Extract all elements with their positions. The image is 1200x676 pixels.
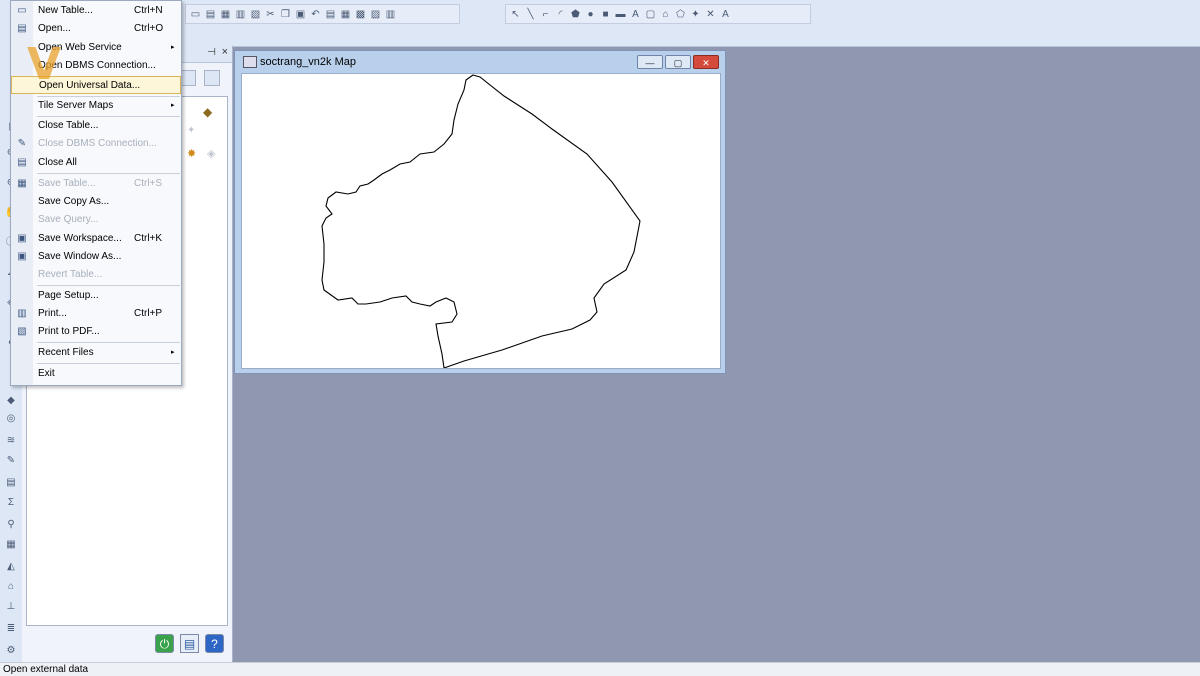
legend-icon[interactable]: ▥ <box>384 8 397 21</box>
polyline-icon[interactable]: ⌐ <box>539 8 552 21</box>
map-canvas[interactable] <box>241 73 721 369</box>
menu-item-tile-server-maps[interactable]: Tile Server Maps ▸ <box>11 97 181 115</box>
map-window-title: soctrang_vn2k Map <box>260 56 356 68</box>
arc-icon[interactable]: ◜ <box>554 8 567 21</box>
menu-item-save-table: Save Table... Ctrl+S <box>38 178 163 189</box>
close-button[interactable]: ✕ <box>693 55 719 69</box>
menu-item-new-table[interactable]: New Table... Ctrl+N <box>11 2 181 20</box>
grid-icon[interactable]: ▩ <box>354 8 367 21</box>
minimize-button[interactable]: — <box>637 55 663 69</box>
menu-item-open[interactable]: Open... Ctrl+O <box>11 20 181 38</box>
statistics-icon[interactable]: Σ <box>4 496 18 510</box>
status-bar: Open external data <box>0 662 1200 676</box>
menu-item-revert-table: Revert Table... <box>38 269 103 280</box>
save-icon[interactable]: ▦ <box>219 8 232 21</box>
list-icon[interactable]: ≣ <box>4 622 18 636</box>
clip-icon[interactable]: ◭ <box>4 560 18 574</box>
restore-button[interactable]: ▢ <box>665 55 691 69</box>
search-map-icon[interactable]: ◎ <box>4 412 18 426</box>
new-table-icon[interactable]: ▭ <box>189 8 202 21</box>
open-table-button[interactable] <box>180 70 196 86</box>
standard-toolbar: ▭ ▤ ▦ ▥ ▧ ✂ ❐ ▣ ↶ ▤ ▦ ▩ ▨ ▥ <box>185 4 460 24</box>
map-window-titlebar[interactable]: soctrang_vn2k Map — ▢ ✕ <box>235 51 725 73</box>
frame-icon[interactable]: ▢ <box>644 8 657 21</box>
menu-separator <box>37 285 180 286</box>
map-window: soctrang_vn2k Map — ▢ ✕ <box>234 50 726 374</box>
paste-icon[interactable]: ▣ <box>294 8 307 21</box>
line-icon[interactable]: ╲ <box>524 8 537 21</box>
cut-icon[interactable]: ✂ <box>264 8 277 21</box>
menu-item-close-dbms: Close DBMS Connection... <box>38 138 157 149</box>
file-menu: ▭ ▤ ✎ ▤ ▦ ▣ ▣ ▥ ▧ New Table... Ctrl+N Ope… <box>10 0 182 386</box>
menu-item-print[interactable]: Print... Ctrl+P <box>11 305 181 323</box>
symbol-icon[interactable]: ⌂ <box>659 8 672 21</box>
remove-layer-icon: ✦ <box>187 125 196 136</box>
menu-item-print-to-pdf[interactable]: Print to PDF... <box>11 323 181 341</box>
layer-properties-icon[interactable]: ◆ <box>203 105 212 119</box>
node-icon[interactable]: ✦ <box>689 8 702 21</box>
menu-separator <box>37 173 180 174</box>
watermark-logo: V <box>27 39 62 90</box>
print-icon[interactable]: ▥ <box>234 8 247 21</box>
status-text: Open external data <box>3 664 89 675</box>
power-icon[interactable]: ⏻ <box>155 634 174 653</box>
menu-item-save-window-as[interactable]: Save Window As... <box>11 248 181 266</box>
polygon-icon[interactable]: ⬟ <box>569 8 582 21</box>
style-icon[interactable]: ✕ <box>704 8 717 21</box>
menu-item-save-copy-as[interactable]: Save Copy As... <box>11 193 181 211</box>
label-icon[interactable]: A <box>719 8 732 21</box>
province-boundary[interactable] <box>321 74 641 369</box>
panel-close-icon[interactable]: × <box>222 46 228 58</box>
map-boundary-svg <box>321 74 641 369</box>
map-window-icon <box>243 56 257 68</box>
label-layer-icon: ◈ <box>207 148 216 160</box>
scale-icon[interactable]: ⊥ <box>4 600 18 614</box>
reshape-icon[interactable]: ⬠ <box>674 8 687 21</box>
rectangle-icon[interactable]: ■ <box>599 8 612 21</box>
menu-item-close-table[interactable]: Close Table... <box>11 117 181 135</box>
new-layer-icon[interactable]: ✸ <box>187 147 196 160</box>
home-icon[interactable]: ⌂ <box>4 580 18 594</box>
menu-item-close-all[interactable]: Close All <box>11 154 181 172</box>
menu-item-recent-files[interactable]: Recent Files ▸ <box>11 344 181 362</box>
menu-item-page-setup[interactable]: Page Setup... <box>11 287 181 305</box>
rounded-rect-icon[interactable]: ▬ <box>614 8 627 21</box>
submenu-arrow-icon: ▸ <box>171 102 175 109</box>
menu-item-save-workspace[interactable]: Save Workspace... Ctrl+K <box>11 230 181 248</box>
menu-item-exit[interactable]: Exit <box>11 365 181 383</box>
menu-separator <box>37 363 180 364</box>
add-layer-button[interactable] <box>204 70 220 86</box>
measure-icon[interactable]: ✎ <box>4 454 18 468</box>
table-icon[interactable]: ▤ <box>324 8 337 21</box>
legend-tool-icon[interactable]: ▤ <box>4 476 18 490</box>
settings-icon[interactable]: ⚙ <box>4 644 18 658</box>
submenu-arrow-icon: ▸ <box>171 349 175 356</box>
region-icon[interactable]: ▦ <box>4 538 18 552</box>
copy-icon[interactable]: ❐ <box>279 8 292 21</box>
open-icon[interactable]: ▤ <box>204 8 217 21</box>
ellipse-icon[interactable]: ● <box>584 8 597 21</box>
undo-icon[interactable]: ↶ <box>309 8 322 21</box>
switch-view-icon[interactable]: ▤ <box>180 634 199 653</box>
layers-icon[interactable]: ≋ <box>4 434 18 448</box>
pdf-icon[interactable]: ▧ <box>249 8 262 21</box>
query-icon[interactable]: ⚲ <box>4 518 18 532</box>
pin-icon[interactable]: ⊣ <box>207 47 216 58</box>
browser-icon[interactable]: ▦ <box>339 8 352 21</box>
select-icon[interactable]: ↖ <box>509 8 522 21</box>
menu-separator <box>37 342 180 343</box>
drawing-toolbar: ↖ ╲ ⌐ ◜ ⬟ ● ■ ▬ A ▢ ⌂ ⬠ ✦ ✕ A <box>505 4 811 24</box>
menu-item-save-query: Save Query... <box>38 214 99 225</box>
layout-icon[interactable]: ▨ <box>369 8 382 21</box>
tag-icon[interactable]: ◆ <box>4 394 18 408</box>
submenu-arrow-icon: ▸ <box>171 44 175 51</box>
text-icon[interactable]: A <box>629 8 642 21</box>
help-icon[interactable]: ? <box>205 634 224 653</box>
